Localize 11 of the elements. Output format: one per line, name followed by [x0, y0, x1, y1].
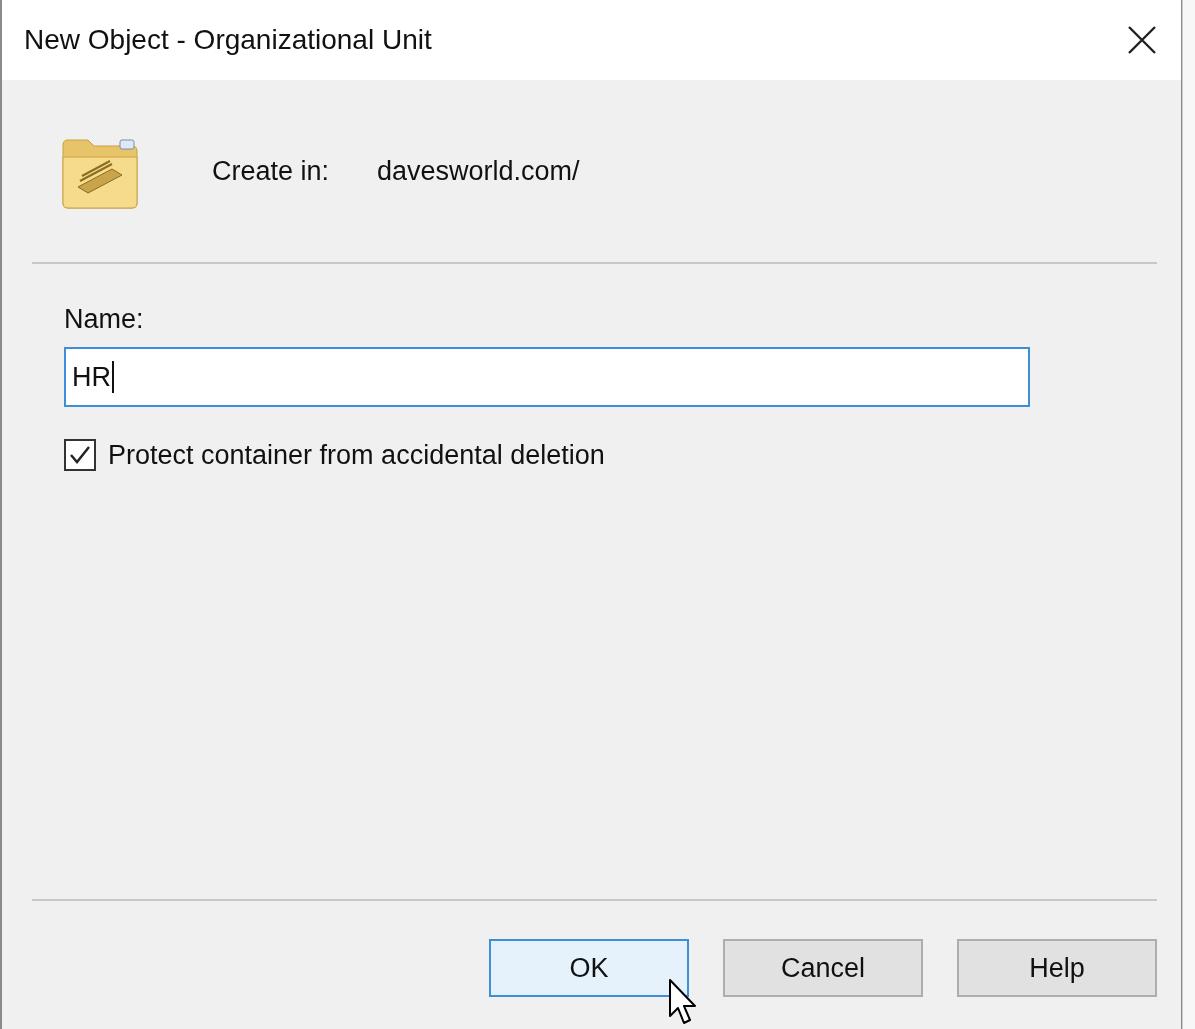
name-label: Name: — [64, 304, 144, 335]
dialog-button[interactable]: OK — [489, 939, 689, 997]
name-input-field[interactable]: HR — [64, 347, 1030, 407]
mouse-pointer-icon — [668, 978, 698, 1026]
window-title: New Object - Organizational Unit — [24, 24, 432, 56]
create-in-path: davesworld.com/ — [377, 155, 580, 187]
checkbox-label[interactable]: Protect container from accidental deletion — [108, 439, 605, 471]
dialog-button[interactable]: Cancel — [723, 939, 923, 997]
checkbox[interactable] — [64, 439, 96, 471]
create-in-label: Create in: — [212, 155, 331, 187]
dialog-button[interactable]: Help — [957, 939, 1157, 997]
